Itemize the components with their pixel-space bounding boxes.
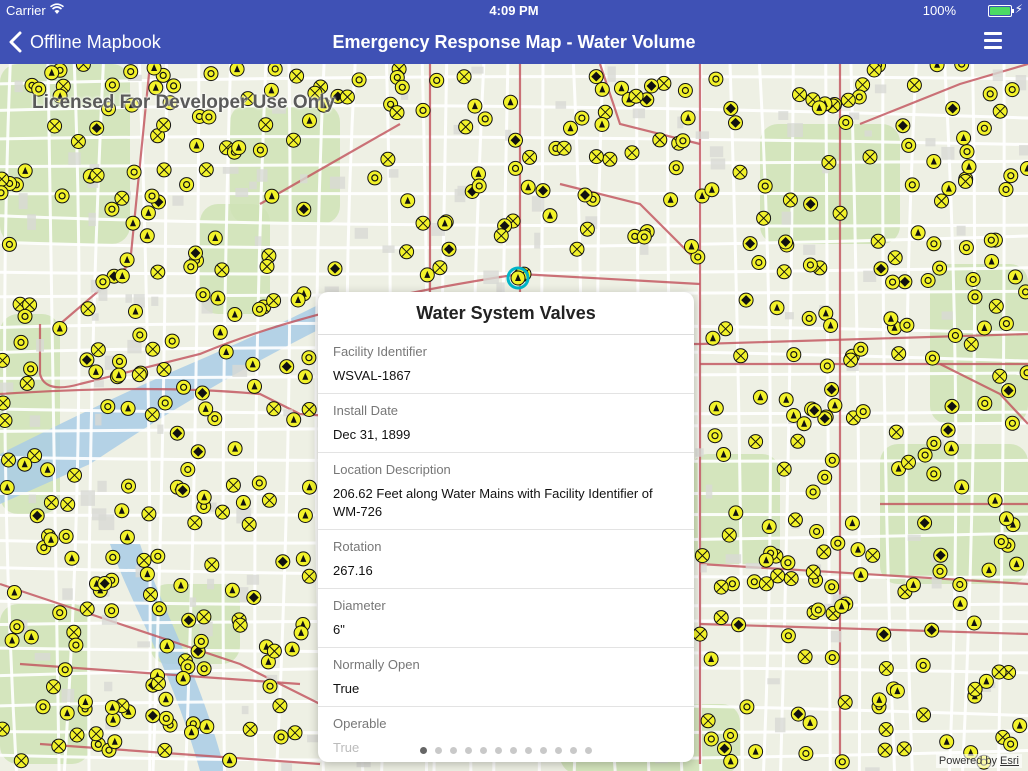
- field-value: WSVAL-1867: [333, 368, 411, 383]
- field-install-date: Install Date Dec 31, 1899: [318, 394, 694, 453]
- page-dot[interactable]: [555, 747, 562, 754]
- popup-field-list[interactable]: Facility Identifier WSVAL-1867 Install D…: [318, 335, 694, 762]
- field-label: Normally Open: [333, 657, 420, 672]
- page-dot[interactable]: [585, 747, 592, 754]
- navigation-bar: Offline Mapbook Emergency Response Map -…: [0, 20, 1028, 64]
- page-dot[interactable]: [495, 747, 502, 754]
- selected-valve[interactable]: [506, 266, 530, 290]
- page-dot[interactable]: [570, 747, 577, 754]
- field-normally-open: Normally Open True: [318, 648, 694, 707]
- field-location-description: Location Description 206.62 Feet along W…: [318, 453, 694, 530]
- back-button[interactable]: Offline Mapbook: [8, 20, 161, 64]
- back-button-label: Offline Mapbook: [30, 31, 161, 52]
- page-dot[interactable]: [510, 747, 517, 754]
- charging-icon: ⚡: [1014, 2, 1023, 16]
- field-label: Rotation: [333, 539, 382, 554]
- field-value: Dec 31, 1899: [333, 427, 411, 442]
- chevron-left-icon: [9, 31, 22, 53]
- feature-popup[interactable]: Water System Valves Facility Identifier …: [318, 292, 694, 762]
- battery-icon: [988, 5, 1014, 17]
- field-label: Diameter: [333, 598, 386, 613]
- menu-icon[interactable]: [984, 32, 1002, 50]
- field-facility-identifier: Facility Identifier WSVAL-1867: [318, 335, 694, 394]
- page-dot[interactable]: [420, 747, 427, 754]
- page-indicator[interactable]: [318, 747, 694, 754]
- battery-percent: 100%: [922, 3, 956, 18]
- attribution[interactable]: Powered by Esri: [935, 754, 1022, 768]
- esri-link[interactable]: Esri: [1000, 755, 1019, 767]
- status-bar: Carrier 4:09 PM 100% ⚡: [0, 0, 1028, 20]
- attribution-prefix: Powered by: [938, 755, 997, 767]
- field-label: Install Date: [333, 403, 399, 418]
- popup-title: Water System Valves: [318, 292, 694, 335]
- field-value: 6": [333, 622, 345, 637]
- page-dot[interactable]: [540, 747, 547, 754]
- field-value: 267.16: [333, 563, 373, 578]
- license-watermark: Licensed For Developer Use Only: [32, 92, 336, 113]
- field-rotation: Rotation 267.16: [318, 530, 694, 589]
- field-label: Location Description: [333, 462, 451, 477]
- page-dot[interactable]: [465, 747, 472, 754]
- field-label: Operable: [333, 716, 387, 731]
- field-diameter: Diameter 6": [318, 589, 694, 648]
- page-dot[interactable]: [480, 747, 487, 754]
- page-dot[interactable]: [525, 747, 532, 754]
- field-value: True: [333, 681, 360, 696]
- field-value: 206.62 Feet along Water Mains with Facil…: [333, 486, 653, 519]
- field-label: Facility Identifier: [333, 344, 427, 359]
- page-dot[interactable]: [450, 747, 457, 754]
- clock: 4:09 PM: [489, 3, 539, 18]
- page-dot[interactable]: [435, 747, 442, 754]
